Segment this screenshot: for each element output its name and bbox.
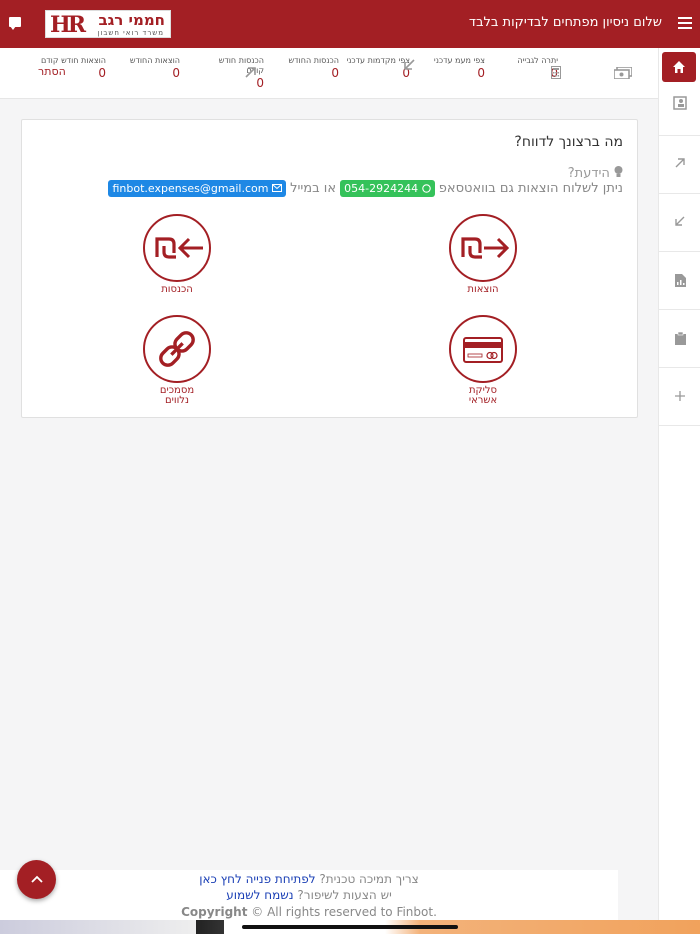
clipboard-icon: [674, 331, 686, 345]
improve-question: יש הצעות לשיפור?: [297, 888, 392, 902]
company-logo[interactable]: HR חממי רגב משרד רואי חשבון: [45, 10, 171, 38]
card-title: מה ברצונך לדווח?: [514, 134, 623, 150]
shekel-arrow-left-icon: [155, 237, 203, 259]
lightbulb-icon: [614, 166, 623, 177]
stat-label: צפי מעמ עדכני: [433, 56, 485, 65]
linked-documents-label: מסמכים נלווים: [127, 386, 227, 406]
credit-clearing-text: סליקת אשראי: [468, 385, 498, 406]
linked-documents-text: מסמכים נלווים: [159, 385, 195, 406]
footer: צריך תמיכה טכנית? לפתיחת פנייה לחץ כאן י…: [0, 870, 618, 920]
sidebar-item-documents[interactable]: [659, 252, 700, 310]
logo-monogram: HR: [50, 12, 86, 38]
tip-heading: הידעת?: [568, 166, 623, 181]
chevron-up-icon: [30, 875, 43, 883]
stat-expenses-last-month: הוצאות חודש קודם 0: [41, 56, 106, 80]
footer-improve-line: יש הצעות לשיפור? נשמח לשמוע: [0, 888, 618, 902]
logo-name: חממי רגב: [98, 11, 165, 29]
stat-value: 0: [98, 66, 106, 80]
credit-clearing-label: סליקת אשראי: [433, 386, 533, 406]
sidebar-item-expenses[interactable]: [659, 194, 700, 252]
stat-value: 0: [402, 66, 410, 80]
right-sidebar: [658, 48, 700, 920]
envelope-icon: [271, 184, 282, 192]
stat-label: יתרה לגבייה: [517, 56, 558, 65]
home-indicator: [242, 925, 458, 929]
copyright-brand: Copyright: [181, 905, 248, 919]
expenses-label: הוצאות: [467, 284, 499, 295]
stat-vat-forecast: צפי מעמ עדכני 0: [434, 56, 485, 80]
arrow-up-right-icon: [675, 158, 685, 168]
sidebar-item-reports[interactable]: [659, 78, 700, 136]
copyright-text: © All rights reserved to Finbot.: [251, 905, 437, 919]
income-button[interactable]: [143, 214, 211, 282]
footer-support-line: צריך תמיכה טכנית? לפתיחת פנייה לחץ כאן: [0, 872, 618, 886]
tip-text: ניתן לשלוח הוצאות גם בוואטסאפ 054-292424…: [108, 180, 623, 197]
document-chart-icon: [674, 274, 686, 287]
link-icon: [159, 331, 195, 367]
arrow-down-left-icon: [675, 216, 685, 226]
stat-income-this-month: הכנסות החודש 0: [289, 56, 340, 80]
or-email-label: או במייל: [290, 181, 337, 196]
user-report-icon: [673, 96, 687, 110]
whatsapp-number: 054-2924244: [344, 182, 419, 195]
improve-link[interactable]: נשמח לשמוע: [226, 888, 293, 902]
support-link[interactable]: לפתיחת פנייה לחץ כאן: [199, 872, 315, 886]
credit-card-icon: [463, 337, 503, 363]
stat-expenses-this-month: הוצאות החודש 0: [130, 56, 180, 80]
whatsapp-icon: [421, 184, 431, 193]
sidebar-item-add[interactable]: [659, 368, 700, 426]
stat-label: הוצאות החודש: [129, 56, 180, 65]
shekel-arrow-right-icon: [461, 237, 510, 259]
scroll-to-top-button[interactable]: [17, 860, 56, 899]
sidebar-item-home[interactable]: [662, 52, 696, 82]
calculator-icon: [551, 66, 561, 79]
home-icon: [673, 61, 685, 73]
stat-label: הוצאות חודש קודם: [41, 56, 106, 65]
plus-icon: [675, 391, 685, 401]
arrow-down-left-icon: [404, 59, 415, 70]
logo-subtitle: משרד רואי חשבון: [97, 29, 164, 37]
linked-documents-button[interactable]: [143, 315, 211, 383]
stat-value: 0: [172, 66, 180, 80]
footer-copyright: Copyright © All rights reserved to Finbo…: [0, 905, 618, 919]
email-address: finbot.expenses@gmail.com: [112, 182, 269, 195]
tip-heading-text: הידעת?: [567, 166, 610, 181]
stat-label: הכנסות החודש: [288, 56, 340, 65]
stat-value: 0: [477, 66, 485, 80]
stat-value: 0: [331, 66, 339, 80]
tip-text-label: ניתן לשלוח הוצאות גם בוואטסאפ: [438, 181, 623, 196]
greeting-text: שלום ניסיון מפתחים לבדיקות בלבד: [468, 15, 662, 30]
support-question: צריך תמיכה טכנית?: [319, 872, 419, 886]
sidebar-item-clipboard[interactable]: [659, 310, 700, 368]
income-label: הכנסות: [161, 284, 193, 295]
sidebar-item-income[interactable]: [659, 136, 700, 194]
report-card: מה ברצונך לדווח? הידעת? ניתן לשלוח הוצאו…: [21, 119, 638, 418]
stats-bar: הסתר יתרה לגבייה 0 צפי מעמ עדכני 0 צפי מ…: [0, 48, 658, 99]
top-bar: שלום ניסיון מפתחים לבדיקות בלבד HR חממי …: [0, 0, 700, 48]
stat-label: צפי מקדמות עדכני: [346, 56, 410, 65]
email-badge[interactable]: finbot.expenses@gmail.com: [108, 180, 286, 197]
hamburger-menu-icon[interactable]: [678, 14, 692, 34]
arrow-up-right-icon: [245, 67, 256, 78]
stat-advances-forecast: צפי מקדמות עדכני 0: [346, 56, 410, 80]
cash-icon: [614, 67, 632, 79]
credit-clearing-button[interactable]: [449, 315, 517, 383]
whatsapp-badge[interactable]: 054-2924244: [340, 180, 435, 197]
chat-icon[interactable]: [9, 17, 21, 30]
expenses-button[interactable]: [449, 214, 517, 282]
